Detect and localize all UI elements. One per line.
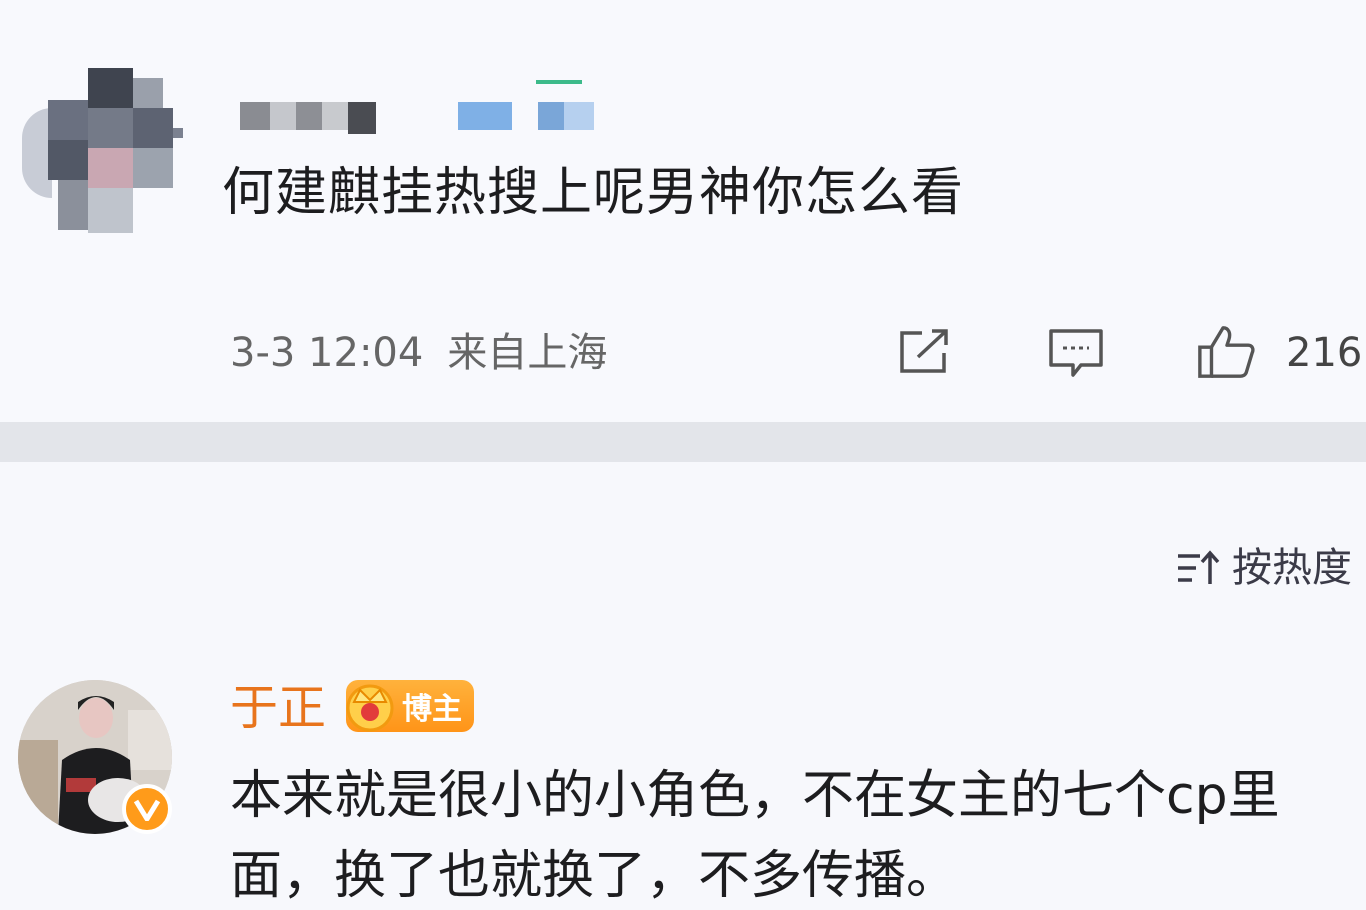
badge-label: 博主 <box>402 692 462 727</box>
original-post: 何建麒挂热搜上呢男神你怎么看 3-3 12:04 来自上海 216 <box>0 0 1366 422</box>
post-date: 3-3 12:04 <box>230 330 424 376</box>
section-divider <box>0 422 1366 462</box>
comment-text: 本来就是很小的小角色，不在女主的七个cp里面，换了也就换了，不多传播。 <box>230 766 1280 906</box>
post-location: 来自上海 <box>447 330 608 376</box>
commenter-name[interactable]: 于正 <box>230 678 326 738</box>
like-icon[interactable] <box>1196 322 1256 382</box>
like-count: 216 <box>1286 330 1363 376</box>
sort-icon <box>1178 550 1220 584</box>
comment-icon[interactable] <box>1046 322 1106 382</box>
blurred-avatar[interactable] <box>18 68 188 238</box>
share-icon[interactable] <box>894 322 954 382</box>
post-meta: 3-3 12:04 来自上海 <box>230 328 607 378</box>
post-text: 何建麒挂热搜上呢男神你怎么看 <box>222 163 965 223</box>
verified-badge-icon <box>122 784 172 834</box>
crown-icon <box>346 684 394 732</box>
blogger-badge: 博主 <box>346 680 474 732</box>
sort-label: 按热度 <box>1232 545 1352 591</box>
sort-toggle[interactable]: 按热度 <box>1176 540 1352 596</box>
redacted-username[interactable] <box>240 80 600 134</box>
